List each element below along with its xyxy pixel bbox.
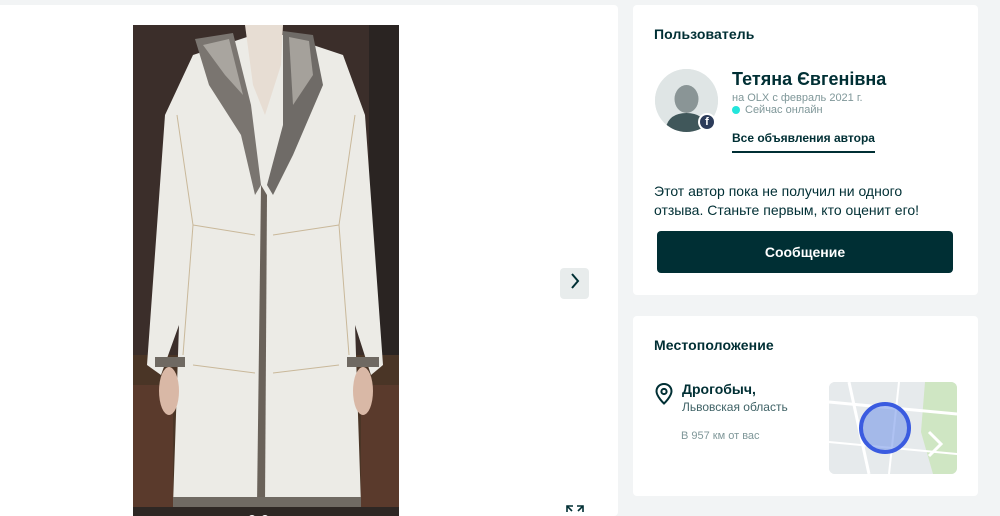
map-thumbnail[interactable] [829,382,957,474]
next-photo-button[interactable] [560,268,589,299]
seller-section-title: Пользователь [654,26,755,42]
member-since: на OLX с февраль 2021 г. [732,92,863,104]
online-status: Сейчас онлайн [732,104,823,116]
city-name: Дрогобыч, [682,381,756,397]
fullscreen-button[interactable] [561,503,589,516]
expand-icon [565,503,585,516]
location-pin-icon [655,382,673,410]
facebook-icon: f [698,113,716,131]
photo-gallery [0,5,618,516]
distance-text: В 957 км от вас [681,430,760,442]
seller-card: Пользователь Тетяна Євгенівна на OLX с ф… [633,5,978,295]
message-button[interactable]: Сообщение [657,231,953,273]
listing-photo[interactable] [133,25,399,516]
review-text: Этот автор пока не получил ни одного отз… [654,183,920,218]
region-name: Львовская область [682,400,788,414]
location-section-title: Местоположение [654,337,774,353]
location-card: Местоположение Дрогобыч, Львовская облас… [633,316,978,496]
chevron-right-icon [570,273,580,294]
all-ads-link[interactable]: Все объявления автора [732,131,875,153]
seller-name: Тетяна Євгенівна [732,69,887,89]
online-dot-icon [732,106,740,114]
online-status-label: Сейчас онлайн [745,104,823,116]
